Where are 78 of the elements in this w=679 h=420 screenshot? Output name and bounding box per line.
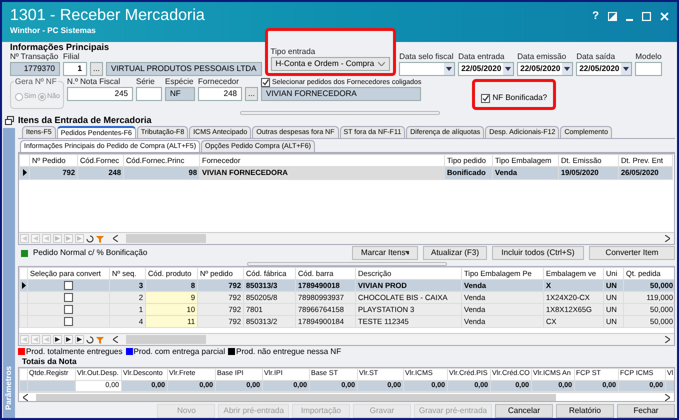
footer-button[interactable]: Cancelar: [495, 404, 553, 418]
checkbox[interactable]: [64, 305, 73, 314]
field-label: Espécie: [165, 77, 194, 87]
input-field[interactable]: [136, 87, 162, 101]
checkbox-label: NF Bonificada?: [492, 92, 548, 104]
nav-arrow-icon[interactable]: [53, 335, 62, 344]
legend-label: Pedido Normal c/ % Bonificação: [33, 247, 148, 259]
row-pointer-icon: [22, 282, 26, 290]
section-title: Informações Principais: [10, 42, 110, 52]
section-title: Totais da Nota: [21, 357, 78, 367]
scroll-right-icon[interactable]: [665, 394, 670, 400]
radio-button[interactable]: [15, 93, 23, 102]
field-label: Nº Transação: [10, 52, 60, 62]
window-subtitle: Winthor - PC Sistemas: [10, 26, 97, 36]
checkbox[interactable]: [261, 78, 270, 86]
horizontal-scrollbar[interactable]: [126, 335, 206, 344]
date-field[interactable]: 22/05/2020: [517, 62, 574, 76]
refresh-icon[interactable]: [86, 336, 94, 344]
radio-button[interactable]: [38, 93, 46, 102]
horizontal-scrollbar[interactable]: [126, 234, 206, 243]
close-icon[interactable]: [660, 12, 669, 21]
action-button[interactable]: Atualizar (F3): [423, 246, 487, 260]
input-field[interactable]: NF: [165, 87, 195, 101]
date-field[interactable]: [399, 62, 456, 76]
nav-arrow-icon[interactable]: [75, 335, 84, 344]
window-tile-icon[interactable]: [4, 116, 14, 125]
date-field[interactable]: 22/05/2020: [458, 62, 514, 76]
footer-button[interactable]: Fechar: [617, 404, 675, 418]
caret-icon: [405, 251, 409, 255]
horizontal-scrollbar[interactable]: [36, 394, 556, 400]
date-field[interactable]: 22/05/2020: [576, 62, 632, 76]
legend-label: Prod. não entregue nessa NF: [236, 346, 342, 358]
field-label: Data emissão: [517, 52, 568, 62]
splitter-handle[interactable]: [246, 262, 446, 266]
nav-arrow-icon[interactable]: [64, 335, 73, 344]
action-button[interactable]: Converter Item: [589, 246, 675, 260]
field-label: Filial: [63, 52, 80, 62]
dropdown-button[interactable]: Marcar Itens: [352, 246, 418, 260]
footer-button[interactable]: Relatório: [556, 404, 614, 418]
row-pointer-icon: [22, 169, 26, 176]
legend-label: Prod. totalmente entregues: [26, 346, 123, 358]
lookup-button[interactable]: ...: [90, 62, 103, 76]
checkbox[interactable]: [64, 293, 73, 302]
input-field[interactable]: 1: [63, 62, 87, 76]
maximize-icon[interactable]: [642, 12, 651, 21]
input-field[interactable]: [635, 62, 662, 76]
checkbox[interactable]: [64, 317, 73, 326]
scroll-right-icon[interactable]: [665, 336, 670, 343]
checkbox[interactable]: [64, 281, 73, 290]
company-field[interactable]: VIRTUAL PRODUTOS PESSOAIS LTDA: [106, 62, 262, 76]
legend-label: Prod. com entrega parcial: [134, 346, 226, 358]
checkbox[interactable]: [481, 94, 490, 102]
chevron-down-icon: [378, 62, 386, 66]
field-label: Data saída: [576, 52, 616, 62]
field-label: Data selo fiscal: [399, 52, 454, 62]
field-label: Tipo entrada: [270, 47, 316, 57]
scroll-left-icon[interactable]: [113, 336, 118, 343]
scroll-right-icon[interactable]: [665, 235, 670, 242]
window-title: 1301 - Receber Mercadoria: [10, 6, 205, 26]
scroll-left-icon[interactable]: [113, 235, 118, 242]
input-field[interactable]: 248: [198, 87, 242, 101]
restore-icon[interactable]: [608, 12, 617, 21]
section-title: Itens da Entrada de Mercadoria: [18, 115, 153, 125]
input-field[interactable]: 245: [67, 87, 133, 101]
supplier-field[interactable]: VIVIAN FORNECEDORA: [261, 87, 422, 101]
refresh-icon[interactable]: [86, 234, 94, 242]
action-button[interactable]: Incluir todos (Ctrl+S): [492, 246, 584, 260]
splitter-handle[interactable]: [240, 110, 440, 114]
scroll-left-icon[interactable]: [23, 394, 28, 400]
help-button[interactable]: ?: [592, 8, 599, 24]
field-label: Série: [136, 77, 156, 87]
field-label: Fornecedor: [198, 77, 240, 87]
field-label: N.º Nota Fiscal: [67, 77, 122, 87]
lookup-button[interactable]: ...: [245, 87, 258, 101]
field-label: Modelo: [635, 52, 662, 62]
input-field[interactable]: 1779370: [10, 62, 60, 76]
field-label: Data entrada: [458, 52, 506, 62]
dropdown-field[interactable]: H-Conta e Ordem - Compra: [270, 57, 390, 71]
